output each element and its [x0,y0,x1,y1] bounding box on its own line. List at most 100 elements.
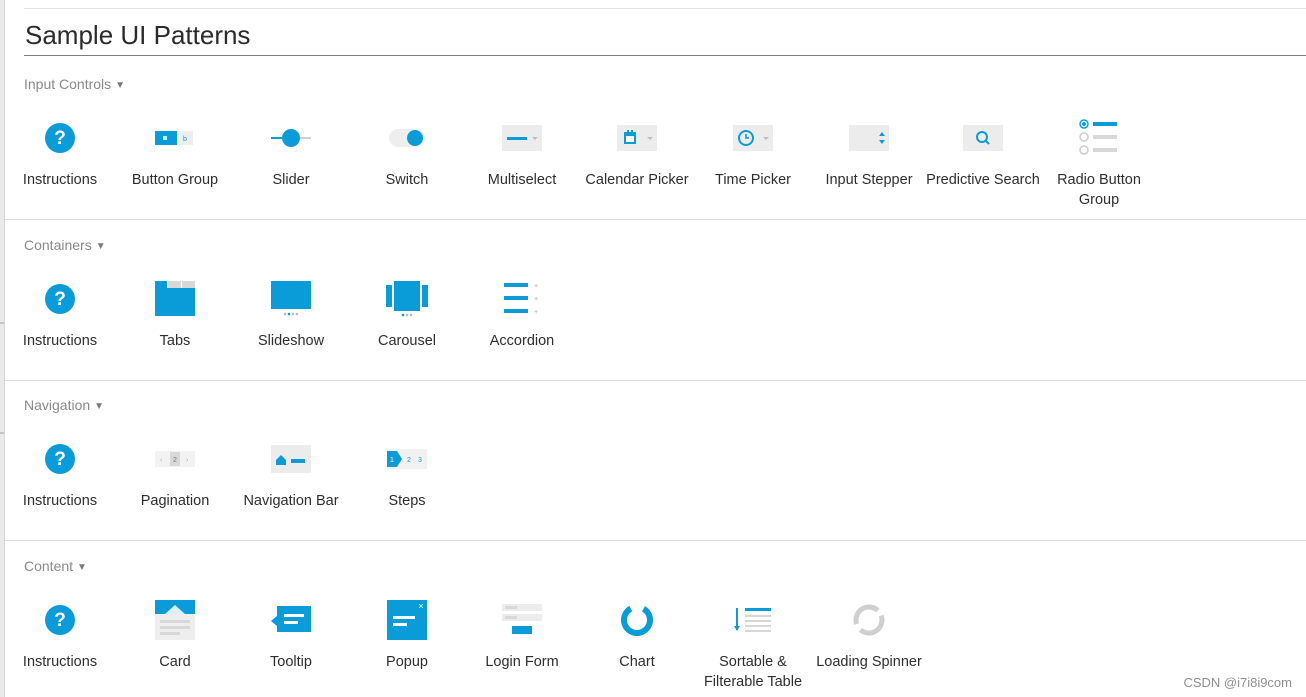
svg-text:+: + [534,296,538,303]
section-title: Content [24,558,74,574]
steps-icon: 1 23 [383,439,431,479]
calendar-icon [613,118,661,158]
carousel-icon [383,279,431,319]
pattern-item-loading-spinner[interactable]: Loading Spinner [813,600,925,672]
pattern-item-switch[interactable]: Switch [351,118,463,190]
pattern-item-label: Switch [385,172,429,188]
button-group-icon: b [151,118,199,158]
pattern-item-slider[interactable]: Slider [235,118,347,190]
caret-down-icon: ▼ [95,241,106,252]
pattern-item-tabs[interactable]: Tabs [119,279,231,351]
clock-icon [729,118,777,158]
switch-icon [383,118,431,158]
pattern-item-instructions[interactable]: ? Instructions [4,600,116,672]
svg-text:b: b [183,136,187,143]
pattern-item-steps[interactable]: 1 2 3 Steps [351,439,463,511]
pagination-icon: ‹ 2 › [151,439,199,479]
tooltip-icon [267,600,315,640]
svg-text:?: ? [54,289,66,310]
question-circle-icon: ? [36,600,84,640]
title-underline [24,55,1306,56]
section-header-input-controls[interactable]: Input Controls ▼ [24,75,125,96]
svg-text:3: 3 [418,457,422,464]
pattern-item-input-stepper[interactable]: Input Stepper [813,118,925,190]
pattern-item-label: Pagination [140,493,210,509]
slideshow-icon [267,279,315,319]
pattern-item-radio-button-group[interactable]: Radio Button Group [1043,118,1155,210]
pattern-item-login-form[interactable]: Login Form [466,600,578,672]
pattern-item-popup[interactable]: × Popup [351,600,463,672]
navigation-bar-icon [267,439,315,479]
svg-text:2: 2 [407,457,411,464]
pattern-item-instructions[interactable]: ? Instructions [4,118,116,190]
pattern-item-label: Input Stepper [825,172,913,188]
caret-down-icon: ▼ [77,562,87,573]
svg-text:?: ? [54,449,66,470]
sortable-table-icon [729,600,777,640]
pattern-item-card[interactable]: Card [119,600,231,672]
pattern-item-time-picker[interactable]: Time Picker [697,118,809,190]
stepper-icon [845,118,893,158]
section-divider [4,219,1306,220]
pattern-item-tooltip[interactable]: Tooltip [235,600,347,672]
slider-icon [267,118,315,158]
section-title: Containers [24,237,92,253]
pattern-item-label: Button Group [131,172,219,188]
svg-text:?: ? [54,610,66,631]
pattern-item-label: Slider [272,172,310,188]
pattern-item-chart[interactable]: Chart [581,600,693,672]
caret-down-icon: ▼ [115,80,126,91]
accordion-icon: + + + [498,279,546,319]
donut-chart-icon [613,600,661,640]
pattern-item-label: Instructions [22,333,98,349]
pattern-item-carousel[interactable]: Carousel [351,279,463,351]
pattern-item-label: Chart [619,654,655,670]
section-title: Input Controls [24,76,112,92]
card-icon [151,600,199,640]
svg-text:?: ? [54,128,66,149]
pattern-item-sortable-filterable-table[interactable]: Sortable & Filterable Table [697,600,809,692]
login-form-icon [498,600,546,640]
question-circle-icon: ? [36,279,84,319]
pattern-item-label: Login Form [485,654,559,670]
pattern-item-instructions[interactable]: ? Instructions [4,279,116,351]
pattern-item-predictive-search[interactable]: Predictive Search [926,118,1040,190]
pattern-item-label: Popup [386,654,428,670]
top-divider [24,8,1306,9]
pattern-item-label: Instructions [22,172,98,188]
caret-down-icon: ▼ [94,401,105,412]
pattern-item-slideshow[interactable]: Slideshow [235,279,347,351]
section-header-containers[interactable]: Containers ▼ [24,236,106,257]
pattern-item-label: Tabs [159,333,191,349]
svg-text:2: 2 [173,457,177,464]
pattern-item-label: Navigation Bar [243,493,339,509]
pattern-item-label: Time Picker [715,172,791,188]
radio-group-icon [1075,118,1123,158]
pattern-item-accordion[interactable]: + + + Accordion [466,279,578,351]
pattern-item-label: Accordion [489,333,555,349]
pattern-item-label: Calendar Picker [585,172,689,188]
svg-text:×: × [418,601,423,611]
pattern-item-button-group[interactable]: b Button Group [119,118,231,190]
pattern-item-navigation-bar[interactable]: Navigation Bar [235,439,347,511]
section-title: Navigation [24,397,91,413]
section-header-content[interactable]: Content ▼ [24,557,87,578]
section-header-navigation[interactable]: Navigation ▼ [24,396,104,417]
pattern-item-multiselect[interactable]: Multiselect [466,118,578,190]
tabs-icon [151,279,199,319]
section-divider [4,380,1306,381]
pattern-item-label: Card [159,654,191,670]
search-icon [959,118,1007,158]
pattern-item-label: Radio Button Group [1057,172,1141,208]
pattern-item-instructions[interactable]: ? Instructions [4,439,116,511]
popup-icon: × [383,600,431,640]
pattern-item-pagination[interactable]: ‹ 2 › Pagination [119,439,231,511]
pattern-item-label: Loading Spinner [816,654,922,670]
pattern-item-label: Steps [388,493,426,509]
pattern-item-calendar-picker[interactable]: Calendar Picker [581,118,693,190]
left-edge-tick [0,432,4,434]
pattern-item-label: Multiselect [487,172,557,188]
pattern-item-label: Carousel [377,333,437,349]
question-circle-icon: ? [36,118,84,158]
pattern-item-label: Instructions [22,654,98,670]
